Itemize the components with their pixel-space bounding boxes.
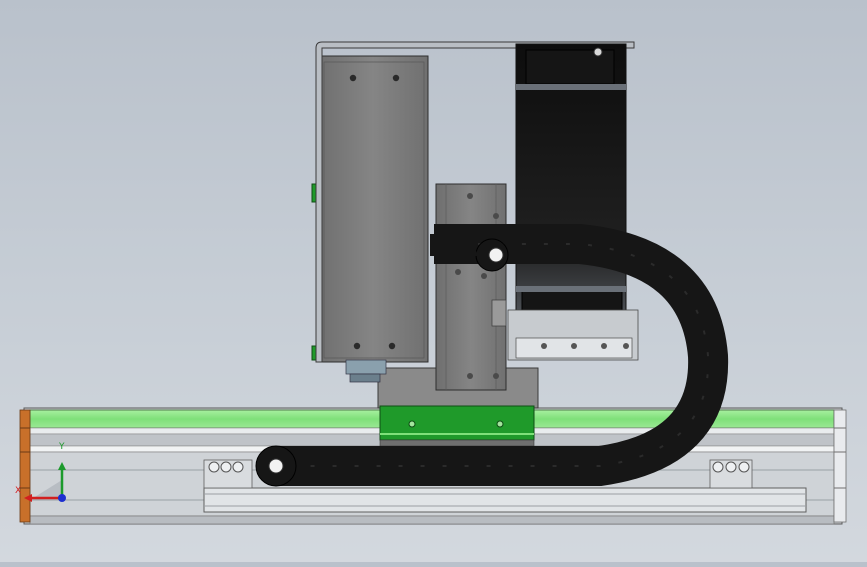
chain-mount-right — [709, 459, 753, 489]
chain-mount-left — [203, 459, 253, 489]
assembly-drawing — [19, 41, 847, 525]
cad-viewport[interactable]: Y X — [0, 0, 867, 562]
lower-profile — [203, 487, 807, 513]
triad-x-label: X — [15, 486, 22, 496]
vertical-cable-chain — [507, 43, 639, 361]
triad-y-label: Y — [59, 442, 65, 452]
motor-housing-plate — [311, 55, 429, 383]
left-end-cap — [19, 409, 31, 523]
right-end-cap — [833, 409, 847, 523]
